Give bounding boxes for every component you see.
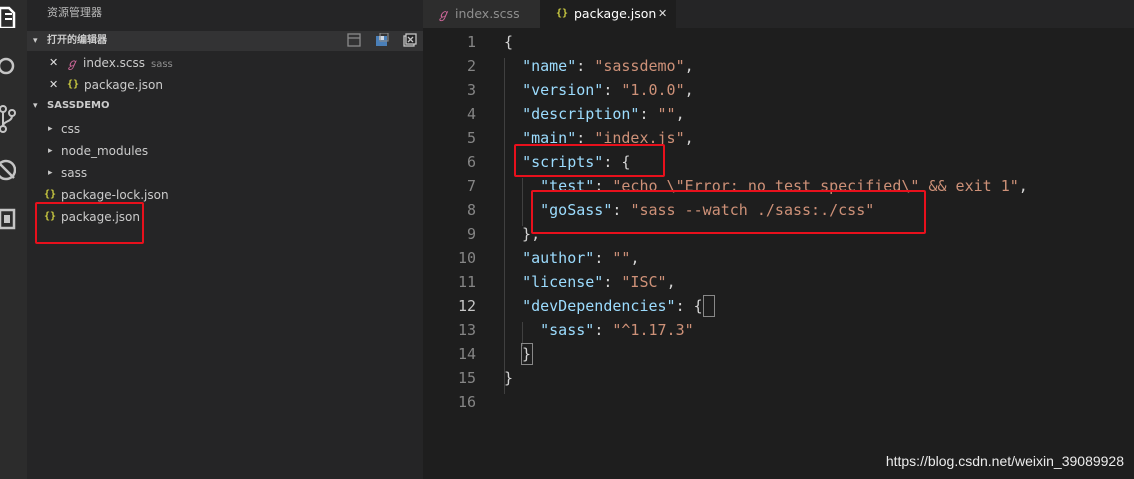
- line-number: 10: [457, 249, 476, 267]
- close-icon[interactable]: ✕: [49, 74, 58, 96]
- line-number: 16: [457, 393, 476, 411]
- code-line[interactable]: "name": "sassdemo",: [504, 54, 694, 78]
- tab-bar: ℊ index.scss {} package.json ✕: [423, 0, 1134, 28]
- line-number: 6: [466, 153, 476, 171]
- code-line[interactable]: "sass": "^1.17.3": [504, 318, 694, 342]
- sass-file-icon: ℊ: [437, 6, 450, 21]
- line-number: 11: [457, 273, 476, 291]
- json-file-icon: {}: [67, 79, 80, 90]
- bracket-match: [521, 343, 533, 365]
- open-editor-name: index.scss: [83, 56, 145, 70]
- project-label: SASSDEMO: [47, 100, 110, 111]
- close-icon[interactable]: ✕: [49, 52, 58, 74]
- highlight-box: [531, 190, 926, 234]
- indent-guide: [504, 58, 505, 394]
- project-header[interactable]: ▾ SASSDEMO: [27, 96, 423, 116]
- tree-item-label: node_modules: [61, 144, 149, 158]
- line-number: 14: [457, 345, 476, 363]
- code-line[interactable]: "license": "ISC",: [504, 270, 676, 294]
- json-file-icon: {}: [556, 8, 569, 19]
- line-number: 15: [457, 369, 476, 387]
- close-all-icon[interactable]: [403, 33, 417, 47]
- save-all-icon[interactable]: [347, 33, 361, 47]
- open-editor-item[interactable]: ✕ ℊ index.scss sass: [27, 52, 423, 74]
- line-number: 8: [466, 201, 476, 219]
- highlight-box: [35, 202, 144, 244]
- line-number: 3: [466, 81, 476, 99]
- tab-index-scss[interactable]: ℊ index.scss: [423, 0, 540, 28]
- line-number: 5: [466, 129, 476, 147]
- line-number: 12: [457, 297, 476, 315]
- code-line[interactable]: "author": "",: [504, 246, 639, 270]
- tab-label: index.scss: [455, 6, 520, 21]
- tree-item-label: css: [61, 122, 81, 136]
- open-editors-header[interactable]: ▾ 打开的编辑器: [27, 31, 423, 51]
- line-number: 7: [466, 177, 476, 195]
- search-icon[interactable]: [0, 56, 27, 78]
- extensions-icon[interactable]: [0, 206, 27, 234]
- line-number: 4: [466, 105, 476, 123]
- bracket-match: [703, 295, 715, 317]
- explorer-sidebar: 资源管理器 ▾ 打开的编辑器 ✕ ℊ index.scss sass ✕ {} p…: [27, 0, 423, 479]
- code-line[interactable]: {: [504, 30, 513, 54]
- close-icon[interactable]: ✕: [658, 0, 667, 28]
- highlight-box: [514, 144, 665, 177]
- source-control-icon[interactable]: [0, 105, 27, 133]
- sass-file-icon: ℊ: [66, 56, 79, 70]
- code-line[interactable]: }: [504, 366, 513, 390]
- open-editors-label: 打开的编辑器: [47, 35, 107, 46]
- open-editor-desc: sass: [151, 59, 173, 70]
- code-line[interactable]: "version": "1.0.0",: [504, 78, 694, 102]
- chevron-down-icon: ▾: [33, 101, 38, 111]
- debug-icon[interactable]: [0, 156, 27, 184]
- chevron-right-icon: ▸: [48, 146, 53, 156]
- line-number: 9: [466, 225, 476, 243]
- chevron-right-icon: ▸: [48, 124, 53, 134]
- tab-package-json[interactable]: {} package.json ✕: [540, 0, 676, 28]
- code-editor[interactable]: 1 2 3 4 5 6 7 8 9 10 11 12 13 14 15 16 { "name": "sassd…: [423, 28, 1134, 479]
- explorer-icon[interactable]: [0, 6, 27, 28]
- code-line[interactable]: "description": "",: [504, 102, 685, 126]
- tree-folder-node-modules[interactable]: ▸ node_modules: [27, 140, 423, 162]
- line-number: 2: [466, 57, 476, 75]
- tab-label: package.json: [574, 6, 657, 21]
- open-editor-item[interactable]: ✕ {} package.json: [27, 74, 423, 96]
- tree-folder-sass[interactable]: ▸ sass: [27, 162, 423, 184]
- chevron-right-icon: ▸: [48, 168, 53, 178]
- tree-folder-css[interactable]: ▸ css: [27, 118, 423, 140]
- explorer-title: 资源管理器: [47, 6, 102, 19]
- tree-item-label: sass: [61, 166, 88, 180]
- save-icon[interactable]: [375, 33, 389, 47]
- chevron-down-icon: ▾: [33, 36, 38, 46]
- activity-bar: [0, 0, 27, 479]
- indent-guide: [522, 178, 523, 226]
- line-number: 13: [457, 321, 476, 339]
- watermark: https://blog.csdn.net/weixin_39089928: [885, 453, 1124, 469]
- line-number: 1: [466, 33, 476, 51]
- code-line[interactable]: "devDependencies": {: [504, 294, 703, 318]
- open-editor-name: package.json: [84, 78, 164, 92]
